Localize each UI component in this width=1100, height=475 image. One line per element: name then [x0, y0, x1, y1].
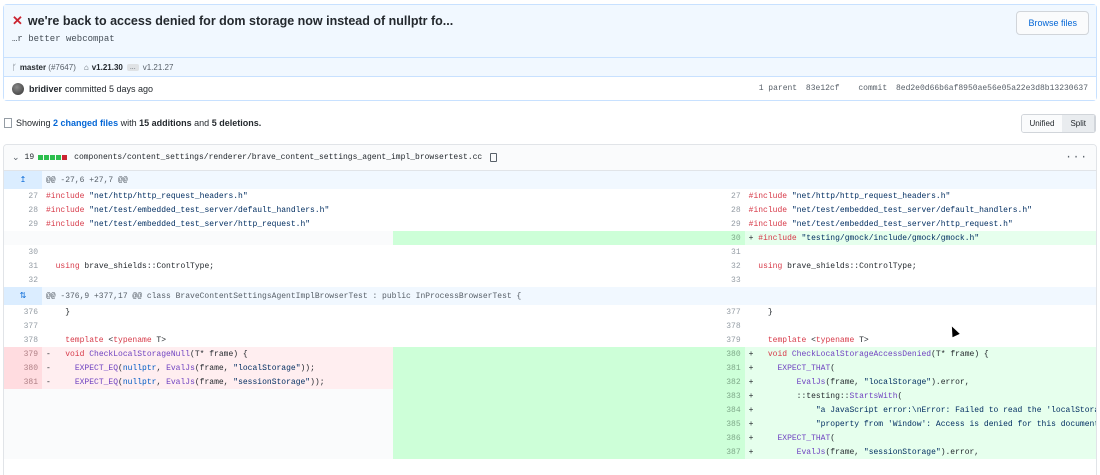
unified-button[interactable]: Unified [1021, 114, 1063, 132]
commit-header: ✕ we're back to access denied for dom st… [3, 4, 1097, 101]
table-row: 32 33 [28, 275, 741, 285]
file-diff: ⌄ 19 components/content_settings/rendere… [3, 144, 1097, 475]
split-button[interactable]: Split [1062, 114, 1095, 132]
table-row: 377 378 [23, 321, 741, 331]
chevron-down-icon[interactable]: ⌄ [12, 153, 20, 163]
expand-up-icon[interactable]: ↥ [4, 171, 42, 189]
more-options-icon[interactable]: ··· [1065, 152, 1088, 164]
commit-title-text: we're back to access denied for dom stor… [27, 14, 454, 28]
table-row: 30 31 [28, 247, 741, 257]
hunk-label: @@ -27,6 +27,7 @@ [42, 171, 1096, 189]
author-row: bridiver committed 5 days ago 1 parent 8… [4, 76, 1096, 100]
commit-title-area: ✕ we're back to access denied for dom st… [4, 5, 1096, 57]
deletions-count: 5 deletions. [211, 118, 262, 128]
view-toggle: Unified Split [1020, 113, 1096, 133]
file-diff-icon [4, 118, 12, 128]
table-row: 378 template <typename T> 379 template <… [23, 335, 869, 345]
hunk-label: @@ -376,9 +377,17 @@ class BraveContentS… [42, 287, 1096, 305]
author-name[interactable]: bridiver [29, 84, 62, 94]
table-row: 30 + #include "testing/gmock/include/gmoc… [4, 231, 1096, 245]
changed-files-link[interactable]: 2 changed files [53, 118, 118, 128]
hunk-header: ↥ @@ -27,6 +27,7 @@ [4, 171, 1096, 189]
table-row: 28 #include "net/test/embedded_test_serve… [28, 205, 1032, 215]
diff-table: ↥ @@ -27,6 +27,7 @@ 27 #include "net/http… [4, 171, 1096, 459]
table-row: 383 + ::testing::StartsWith( [4, 389, 1096, 403]
commit-description: …r better webcompat [12, 34, 115, 44]
commit-title: ✕ we're back to access denied for dom st… [12, 13, 1088, 29]
table-row: 376 } 377 } [23, 307, 773, 317]
tag-from[interactable]: v1.21.30 [92, 63, 123, 72]
copy-path-icon[interactable] [490, 153, 498, 162]
table-row: 31 using brave_shields::ControlType; 32 … [28, 261, 917, 271]
status-failed-icon[interactable]: ✕ [12, 13, 23, 29]
expand-both-icon[interactable]: ⇅ [4, 287, 42, 305]
tag-icon: ⌂ [83, 62, 89, 72]
avatar[interactable] [12, 82, 24, 95]
tag-to[interactable]: v1.21.27 [143, 63, 174, 72]
commit-label: commit [858, 84, 888, 93]
commit-meta: 1 parent 83e12cf commit 8ed2e0d66b6af895… [745, 84, 1088, 93]
table-row: 386 + EXPECT_THAT( [4, 431, 1096, 445]
pr-number[interactable]: (#7647) [48, 63, 76, 72]
file-header: ⌄ 19 components/content_settings/rendere… [4, 145, 1096, 171]
parent-label: 1 parent [758, 84, 798, 93]
additions-count: 15 additions [139, 118, 192, 128]
parent-sha[interactable]: 83e12cf [806, 84, 840, 93]
commit-sha: 8ed2e0d66b6af8950ae56e05a22e3d8b13230637 [895, 84, 1088, 93]
with-label: with [120, 118, 137, 128]
table-row: 27 #include "net/http/http_request_header… [28, 191, 951, 201]
browse-files-button[interactable]: Browse files [1016, 11, 1089, 35]
showing-label: Showing [16, 118, 51, 128]
diff-summary: Showing 2 changed files with 15 addition… [4, 113, 1096, 133]
table-row: 385 + "property from 'Window': Access is … [4, 417, 1096, 431]
table-row: 380- EXPECT_EQ(nullptr, EvalJs(frame, "l… [4, 361, 1096, 375]
hunk-header: ⇅ @@ -376,9 +377,17 @@ class BraveConten… [4, 287, 1096, 305]
committed-time: committed 5 days ago [65, 83, 154, 94]
branch-name[interactable]: master [20, 63, 46, 72]
file-path[interactable]: components/content_settings/renderer/bra… [74, 153, 482, 162]
tag-ellipsis[interactable]: ... [126, 63, 139, 71]
branch-icon: ᚴ [12, 62, 17, 72]
table-row: 29 #include "net/test/embedded_test_serve… [28, 219, 1013, 229]
and-label: and [194, 118, 210, 128]
diffstat-bar [38, 155, 68, 160]
table-row: 387 + EvalJs(frame, "sessionStorage").err… [4, 445, 1096, 459]
branch-row: ᚴ master (#7647) ⌂ v1.21.30 ... v1.21.27 [4, 57, 1096, 76]
change-count: 19 [24, 153, 35, 162]
table-row: 381- EXPECT_EQ(nullptr, EvalJs(frame, "s… [4, 375, 1096, 389]
table-row: 379- void CheckLocalStorageNull(T* frame… [4, 347, 1096, 361]
table-row: 384 + "a JavaScript error:\nError: Failed… [4, 403, 1096, 417]
